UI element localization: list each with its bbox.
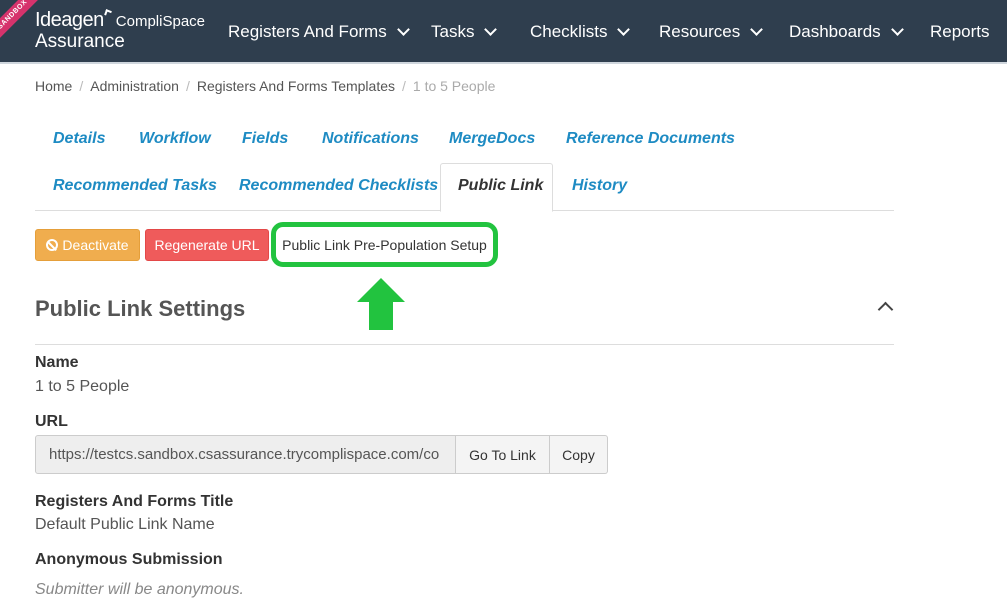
tab-mergedocs[interactable]: MergeDocs [449, 130, 535, 148]
tab-notifications[interactable]: Notifications [322, 130, 419, 148]
title-value: Default Public Link Name [35, 516, 215, 533]
app-logo[interactable]: Ideagen CompliSpace Assurance [35, 9, 206, 52]
deactivate-label: Deactivate [62, 237, 129, 253]
regenerate-label: Regenerate URL [154, 237, 260, 253]
nav-checklists[interactable]: Checklists [530, 22, 631, 42]
logo-brand: Ideagen [35, 9, 104, 31]
section-title: Public Link Settings [35, 296, 246, 321]
nav-label: Checklists [530, 22, 608, 41]
chevron-down-icon [617, 23, 631, 36]
url-input-group: Go To Link Copy [35, 435, 608, 474]
tab-fields[interactable]: Fields [242, 130, 288, 148]
tab-recommended-checklists[interactable]: Recommended Checklists [239, 177, 438, 195]
nav-dashboards[interactable]: Dashboards [789, 22, 904, 42]
go-to-link-button[interactable]: Go To Link [456, 435, 550, 474]
regenerate-url-button[interactable]: Regenerate URL [145, 229, 269, 261]
anonymous-value: Submitter will be anonymous. [35, 581, 244, 598]
breadcrumb-home[interactable]: Home [35, 78, 72, 94]
anonymous-label: Anonymous Submission [35, 551, 223, 568]
nav-tasks[interactable]: Tasks [431, 22, 498, 42]
logo-swoosh-icon [103, 9, 112, 17]
nav-resources[interactable]: Resources [659, 22, 764, 42]
nav-label: Registers And Forms [228, 22, 387, 41]
breadcrumb: Home / Administration / Registers And Form… [35, 78, 496, 94]
title-label: Registers And Forms Title [35, 493, 234, 510]
nav-registers-and-forms[interactable]: Registers And Forms [228, 22, 410, 42]
deactivate-button[interactable]: Deactivate [35, 229, 140, 261]
logo-sub: CompliSpace [115, 13, 206, 30]
tab-workflow[interactable]: Workflow [139, 130, 211, 148]
breadcrumb-templates[interactable]: Registers And Forms Templates [197, 78, 395, 94]
tab-public-link[interactable]: Public Link [458, 177, 543, 195]
ban-icon [46, 239, 59, 251]
breadcrumb-current: 1 to 5 People [412, 78, 496, 94]
nav-label: Tasks [431, 22, 475, 41]
nav-label: Resources [659, 22, 741, 41]
url-label: URL [35, 413, 68, 430]
name-value: 1 to 5 People [35, 378, 130, 395]
chevron-down-icon [396, 23, 410, 36]
chevron-down-icon [750, 23, 764, 36]
tab-details[interactable]: Details [53, 130, 105, 148]
chevron-up-icon[interactable] [877, 301, 894, 318]
highlight-ring [271, 222, 498, 267]
breadcrumb-administration[interactable]: Administration [90, 78, 179, 94]
nav-reports[interactable]: Reports [930, 22, 990, 42]
top-navbar: SANDBOX Ideagen CompliSpace Assurance Reg… [0, 0, 1007, 64]
logo-product: Assurance [35, 31, 125, 52]
tab-recommended-tasks[interactable]: Recommended Tasks [53, 177, 217, 195]
tab-reference-documents[interactable]: Reference Documents [566, 130, 735, 148]
nav-label: Reports [930, 22, 990, 41]
chevron-down-icon [890, 23, 904, 36]
copy-button[interactable]: Copy [550, 435, 608, 474]
url-field[interactable] [35, 435, 456, 474]
arrow-up-icon [357, 278, 405, 330]
nav-label: Dashboards [789, 22, 881, 41]
chevron-down-icon [484, 23, 498, 36]
section-divider [35, 344, 894, 345]
tab-history[interactable]: History [572, 177, 627, 195]
name-label: Name [35, 354, 79, 371]
